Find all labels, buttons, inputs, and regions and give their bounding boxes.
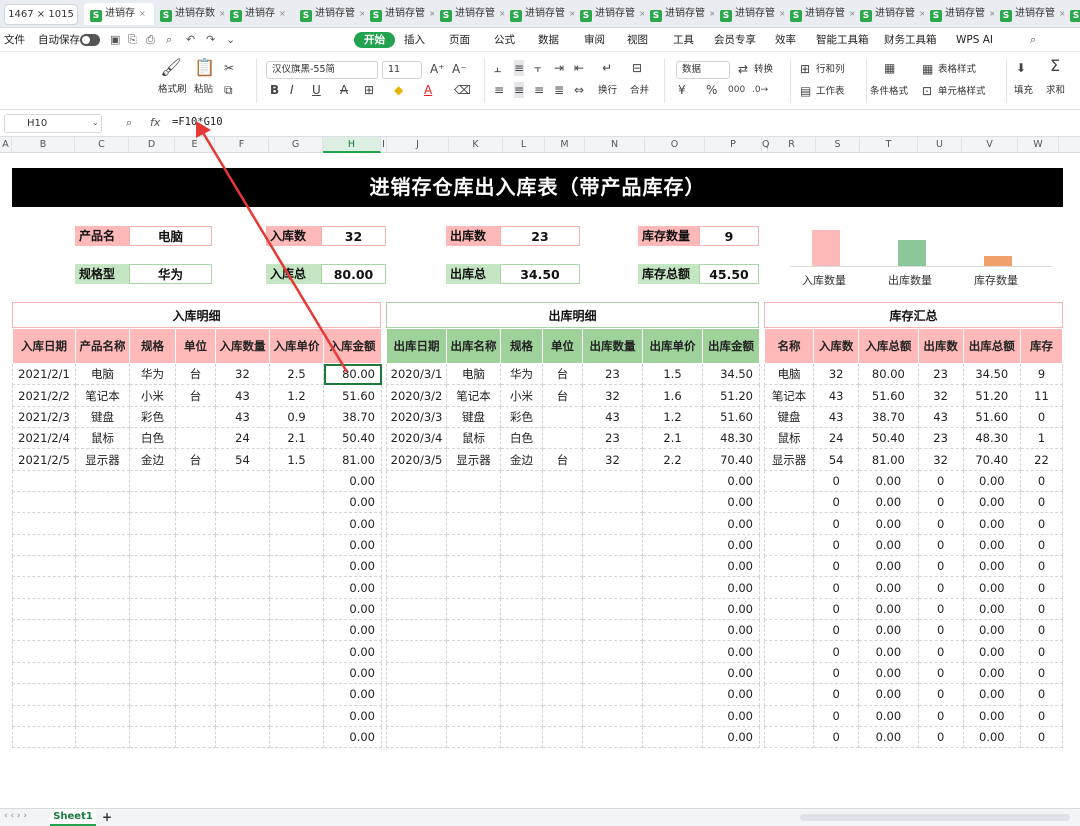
horizontal-scrollbar[interactable] (800, 814, 1070, 821)
sheet-status-bar: ‹ ‹ › › Sheet1 + (0, 808, 1080, 826)
sheet-tab[interactable]: Sheet1 (50, 809, 96, 826)
add-sheet-button[interactable]: + (102, 810, 112, 824)
sheet-nav-arrows-icon[interactable]: ‹ ‹ › › (4, 811, 27, 821)
annotation-arrow (196, 121, 349, 373)
